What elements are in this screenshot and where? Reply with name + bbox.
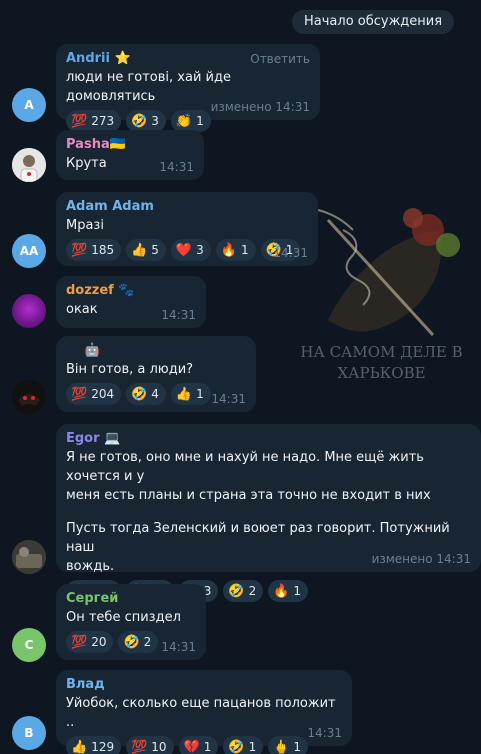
message-author[interactable]: dozzef 🐾	[66, 282, 196, 300]
message-text-line: меня есть планы и страна эта точно не вх…	[66, 488, 431, 503]
photo-avatar-icon	[12, 540, 46, 574]
avatar[interactable]	[12, 540, 46, 574]
reactions-row: 💯 185 👍 5 ❤️ 3 🔥 1 🤣 1	[66, 239, 308, 261]
fire-emoji-icon: 🔥	[220, 242, 237, 258]
hundred-emoji-icon: 💯	[71, 386, 88, 402]
hundred-emoji-icon: 💯	[71, 113, 88, 129]
message-author[interactable]: Pasha🇺🇦	[66, 136, 194, 154]
message-author[interactable]: Влад	[66, 676, 342, 694]
watermark-text: НА САМОМ ДЕЛЕ В ХАРЬКОВЕ	[300, 343, 463, 382]
message-text-line: Я не готов, оно мне и нахуй не надо. Мне…	[66, 450, 424, 484]
reaction-rofl[interactable]: 🤣 1	[223, 736, 264, 754]
rofl-emoji-icon: 🤣	[131, 386, 148, 402]
message-time: изменено 14:31	[371, 552, 471, 566]
robot-badge-icon: 🤖	[84, 343, 101, 358]
hundred-emoji-icon: 💯	[71, 634, 88, 650]
message-bubble[interactable]: 🤖 Він готов, а люди? 💯 204 🤣 4 👍 1 14:31	[56, 336, 256, 412]
laptop-badge-icon: 💻	[104, 431, 121, 446]
reaction-hundred[interactable]: 💯 20	[66, 631, 114, 653]
message-time: 14:31	[161, 308, 196, 322]
rofl-emoji-icon: 🤣	[228, 583, 245, 599]
message-bubble[interactable]: Pasha🇺🇦 Крута 14:31	[56, 130, 204, 180]
message-text: Уйобок, сколько еще пацанов положит ..	[66, 696, 336, 730]
reaction-middle-finger[interactable]: 🖕 1	[268, 736, 309, 754]
message-bubble[interactable]: Egor 💻 Я не готов, оно мне и нахуй не на…	[56, 424, 481, 602]
reply-button[interactable]: Ответить	[250, 52, 310, 66]
message-time: 14:31	[211, 392, 246, 406]
reaction-rofl[interactable]: 🤣 3	[126, 110, 166, 132]
reaction-hundred[interactable]: 💯 185	[66, 239, 122, 261]
message-text: Он тебе спиздел	[66, 610, 181, 625]
message-text: Він готов, а люди?	[66, 362, 194, 377]
message-text-line	[66, 505, 471, 519]
message-bubble[interactable]: Andrii ⭐ Ответить люди не готові, хай йд…	[56, 44, 320, 132]
reaction-thumbs-up[interactable]: 👍 1	[170, 383, 211, 405]
ukraine-flag-icon: 🇺🇦	[109, 137, 126, 152]
message-time: 14:31	[161, 640, 196, 654]
middle-finger-emoji-icon: 🖕	[273, 739, 290, 754]
hundred-emoji-icon: 💯	[71, 242, 88, 258]
star-badge-icon: ⭐	[114, 51, 131, 66]
message-bubble[interactable]: Влад Уйобок, сколько еще пацанов положит…	[56, 670, 352, 754]
reaction-heart[interactable]: ❤️3	[170, 239, 211, 261]
avatar[interactable]: A	[12, 88, 46, 122]
avatar[interactable]: AA	[12, 234, 46, 268]
reaction-hundred[interactable]: 💯 10	[126, 736, 174, 754]
message-author[interactable]: Adam Adam	[66, 198, 308, 216]
reaction-hundred[interactable]: 💯 204	[66, 383, 122, 405]
reaction-rofl[interactable]: 🤣 2	[223, 580, 264, 602]
broken-heart-emoji-icon: 💔	[183, 739, 200, 754]
clap-emoji-icon: 👏	[175, 113, 193, 129]
fire-emoji-icon: 🔥	[273, 583, 290, 599]
rofl-emoji-icon: 🤣	[228, 739, 245, 754]
avatar[interactable]: В	[12, 716, 46, 750]
dark-mask-avatar-icon	[12, 380, 46, 414]
reaction-thumbs-up[interactable]: 👍 5	[126, 239, 166, 261]
reactions-row: 👍 129 💯 10 💔 1 🤣 1 🖕 1	[66, 736, 342, 754]
message-bubble[interactable]: Adam Adam Мразі 💯 185 👍 5 ❤️ 3 🔥 1 🤣 1 14:31	[56, 192, 318, 266]
message-bubble[interactable]: dozzef 🐾 окак 14:31	[56, 276, 206, 328]
rofl-emoji-icon: 🤣	[123, 634, 140, 650]
heart-emoji-icon: ❤️	[175, 242, 193, 258]
hundred-emoji-icon: 💯	[131, 739, 148, 754]
message-author[interactable]: Сергей	[66, 590, 196, 608]
reaction-thumbs-up[interactable]: 👍 129	[66, 736, 122, 754]
message-text: Мразі	[66, 218, 104, 233]
reaction-fire[interactable]: 🔥 1	[268, 580, 309, 602]
message-time: изменено 14:31	[210, 100, 310, 114]
reaction-rofl[interactable]: 🤣 2	[118, 631, 159, 653]
avatar[interactable]	[12, 148, 46, 182]
user-photo-icon	[12, 148, 46, 182]
message-author[interactable]: Egor 💻	[66, 430, 471, 448]
message-time: 14:31	[273, 246, 308, 260]
reaction-hundred[interactable]: 💯 273	[66, 110, 122, 132]
thumbs-up-emoji-icon: 👍	[175, 386, 193, 402]
rofl-emoji-icon: 🤣	[131, 113, 148, 129]
reaction-fire[interactable]: 🔥 1	[215, 239, 256, 261]
reaction-clap[interactable]: 👏 1	[170, 110, 211, 132]
avatar[interactable]: С	[12, 628, 46, 662]
avatar[interactable]	[12, 380, 46, 414]
reaction-rofl[interactable]: 🤣 4	[126, 383, 166, 405]
message-time: 14:31	[159, 160, 194, 174]
paw-badge-icon: 🐾	[118, 283, 135, 298]
message-time: 14:31	[307, 726, 342, 740]
message-bubble[interactable]: Сергей Он тебе спиздел 💯 20 🤣 2 14:31	[56, 584, 206, 660]
discussion-start-pill: Начало обсуждения	[292, 10, 455, 34]
message-author[interactable]: 🤖	[66, 342, 246, 360]
reaction-broken-heart[interactable]: 💔 1	[178, 736, 219, 754]
avatar[interactable]	[12, 294, 46, 328]
thumbs-up-emoji-icon: 👍	[131, 242, 148, 258]
thumbs-up-emoji-icon: 👍	[71, 739, 88, 754]
